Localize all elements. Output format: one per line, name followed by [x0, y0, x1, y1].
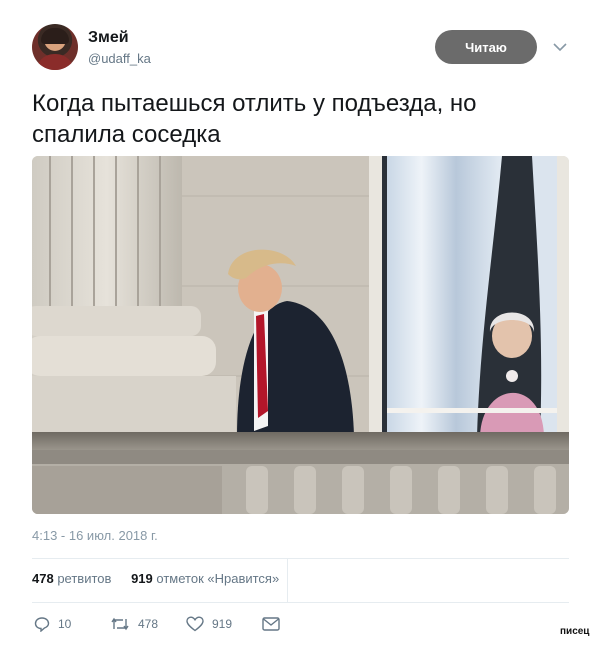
retweets-label: ретвитов: [57, 571, 112, 586]
avatar-body: [36, 54, 74, 70]
mail-icon: [262, 617, 280, 631]
user-handle[interactable]: @udaff_ka: [88, 51, 151, 66]
likes-stat[interactable]: 919 отметок «Нравится»: [131, 571, 287, 586]
divider: [32, 558, 569, 559]
likes-label: отметок «Нравится»: [156, 571, 280, 586]
stats-vertical-divider: [287, 559, 288, 602]
divider: [32, 602, 569, 603]
reply-icon: [34, 617, 50, 632]
retweet-button[interactable]: 478: [110, 612, 158, 636]
avatar-hair: [41, 28, 69, 44]
tweet-header: Змей @udaff_ka Читаю: [32, 24, 572, 74]
reply-button[interactable]: 10: [34, 612, 71, 636]
like-button[interactable]: 919: [186, 612, 232, 636]
chevron-down-icon[interactable]: [550, 37, 570, 57]
likes-count: 919: [131, 571, 153, 586]
heart-icon: [186, 616, 204, 632]
avatar[interactable]: [32, 24, 78, 70]
retweets-count: 478: [32, 571, 54, 586]
tweet-text: Когда пытаешься отлить у подъезда, но сп…: [32, 90, 477, 148]
message-button[interactable]: [262, 612, 288, 636]
tweet-timestamp[interactable]: 4:13 - 16 июл. 2018 г.: [32, 528, 158, 543]
retweets-stat[interactable]: 478 ретвитов: [32, 571, 119, 586]
watermark: писец: [560, 626, 590, 637]
user-name[interactable]: Змей: [88, 29, 129, 47]
like-count: 919: [212, 617, 233, 631]
retweet-icon: [111, 617, 129, 631]
tweet-photo[interactable]: [32, 156, 569, 514]
reply-count: 10: [58, 617, 72, 631]
retweet-count: 478: [138, 617, 159, 631]
tweet-stats: 478 ретвитов 919 отметок «Нравится»: [32, 571, 295, 586]
tweet-actions: 10 478 919: [32, 612, 332, 636]
follow-button[interactable]: Читаю: [435, 30, 537, 64]
